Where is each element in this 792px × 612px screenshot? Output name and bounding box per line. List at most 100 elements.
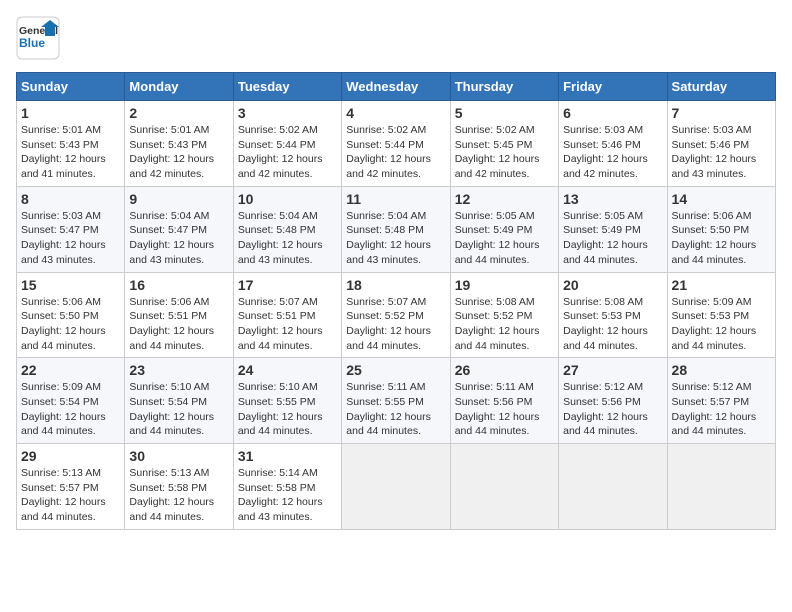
calendar-cell: 13 Sunrise: 5:05 AM Sunset: 5:49 PM Dayli… (559, 186, 667, 272)
header-day: Sunday (17, 73, 125, 101)
calendar-cell: 21 Sunrise: 5:09 AM Sunset: 5:53 PM Dayli… (667, 272, 775, 358)
day-info: Sunrise: 5:10 AM Sunset: 5:54 PM Dayligh… (129, 380, 228, 439)
day-info: Sunrise: 5:02 AM Sunset: 5:45 PM Dayligh… (455, 123, 554, 182)
calendar-cell: 2Sunrise: 5:01 AM Sunset: 5:43 PM Daylig… (125, 101, 233, 187)
calendar-cell: 20 Sunrise: 5:08 AM Sunset: 5:53 PM Dayli… (559, 272, 667, 358)
day-number: 19 (455, 277, 554, 293)
day-number: 6 (563, 105, 662, 121)
calendar-cell: 28 Sunrise: 5:12 AM Sunset: 5:57 PM Dayli… (667, 358, 775, 444)
day-number: 5 (455, 105, 554, 121)
day-info: Sunrise: 5:04 AM Sunset: 5:48 PM Dayligh… (346, 209, 445, 268)
day-number: 13 (563, 191, 662, 207)
calendar-cell: 18 Sunrise: 5:07 AM Sunset: 5:52 PM Dayli… (342, 272, 450, 358)
day-info: Sunrise: 5:03 AM Sunset: 5:46 PM Dayligh… (563, 123, 662, 182)
calendar-table: SundayMondayTuesdayWednesdayThursdayFrid… (16, 72, 776, 530)
header-day: Saturday (667, 73, 775, 101)
calendar-cell: 30 Sunrise: 5:13 AM Sunset: 5:58 PM Dayli… (125, 444, 233, 530)
calendar-cell: 3 Sunrise: 5:02 AM Sunset: 5:44 PM Daylig… (233, 101, 341, 187)
day-number: 20 (563, 277, 662, 293)
day-number: 9 (129, 191, 228, 207)
day-number: 30 (129, 448, 228, 464)
day-number: 14 (672, 191, 771, 207)
day-number: 25 (346, 362, 445, 378)
calendar-week-row: 8 Sunrise: 5:03 AM Sunset: 5:47 PM Daylig… (17, 186, 776, 272)
day-info: Sunrise: 5:07 AM Sunset: 5:51 PM Dayligh… (238, 295, 337, 354)
calendar-week-row: 29Sunrise: 5:13 AM Sunset: 5:57 PM Dayli… (17, 444, 776, 530)
day-info: Sunrise: 5:02 AM Sunset: 5:44 PM Dayligh… (238, 123, 337, 182)
day-info: Sunrise: 5:11 AM Sunset: 5:56 PM Dayligh… (455, 380, 554, 439)
calendar-cell: 6 Sunrise: 5:03 AM Sunset: 5:46 PM Daylig… (559, 101, 667, 187)
day-info: Sunrise: 5:08 AM Sunset: 5:53 PM Dayligh… (563, 295, 662, 354)
svg-text:Blue: Blue (19, 36, 45, 50)
calendar-cell: 19Sunrise: 5:08 AM Sunset: 5:52 PM Dayli… (450, 272, 558, 358)
day-info: Sunrise: 5:06 AM Sunset: 5:51 PM Dayligh… (129, 295, 228, 354)
calendar-cell: 16 Sunrise: 5:06 AM Sunset: 5:51 PM Dayli… (125, 272, 233, 358)
calendar-week-row: 1 Sunrise: 5:01 AM Sunset: 5:43 PM Daylig… (17, 101, 776, 187)
header-day: Friday (559, 73, 667, 101)
calendar-cell: 4 Sunrise: 5:02 AM Sunset: 5:44 PM Daylig… (342, 101, 450, 187)
day-number: 17 (238, 277, 337, 293)
day-number: 11 (346, 191, 445, 207)
calendar-cell: 24 Sunrise: 5:10 AM Sunset: 5:55 PM Dayli… (233, 358, 341, 444)
day-number: 3 (238, 105, 337, 121)
header-day: Tuesday (233, 73, 341, 101)
day-info: Sunrise: 5:01 AM Sunset: 5:43 PM Dayligh… (129, 123, 228, 182)
day-info: Sunrise: 5:03 AM Sunset: 5:47 PM Dayligh… (21, 209, 120, 268)
day-info: Sunrise: 5:09 AM Sunset: 5:53 PM Dayligh… (672, 295, 771, 354)
day-info: Sunrise: 5:12 AM Sunset: 5:56 PM Dayligh… (563, 380, 662, 439)
day-number: 4 (346, 105, 445, 121)
calendar-cell (450, 444, 558, 530)
day-number: 21 (672, 277, 771, 293)
day-number: 16 (129, 277, 228, 293)
calendar-cell: 27 Sunrise: 5:12 AM Sunset: 5:56 PM Dayli… (559, 358, 667, 444)
day-info: Sunrise: 5:05 AM Sunset: 5:49 PM Dayligh… (455, 209, 554, 268)
calendar-cell: 8 Sunrise: 5:03 AM Sunset: 5:47 PM Daylig… (17, 186, 125, 272)
header-row: SundayMondayTuesdayWednesdayThursdayFrid… (17, 73, 776, 101)
logo-svg: General Blue (16, 16, 60, 60)
calendar-cell: 31Sunrise: 5:14 AM Sunset: 5:58 PM Dayli… (233, 444, 341, 530)
calendar-cell: 10 Sunrise: 5:04 AM Sunset: 5:48 PM Dayli… (233, 186, 341, 272)
day-info: Sunrise: 5:10 AM Sunset: 5:55 PM Dayligh… (238, 380, 337, 439)
day-info: Sunrise: 5:04 AM Sunset: 5:48 PM Dayligh… (238, 209, 337, 268)
day-info: Sunrise: 5:13 AM Sunset: 5:58 PM Dayligh… (129, 466, 228, 525)
calendar-week-row: 22 Sunrise: 5:09 AM Sunset: 5:54 PM Dayli… (17, 358, 776, 444)
calendar-cell (342, 444, 450, 530)
calendar-cell: 11 Sunrise: 5:04 AM Sunset: 5:48 PM Dayli… (342, 186, 450, 272)
day-number: 26 (455, 362, 554, 378)
day-number: 10 (238, 191, 337, 207)
day-info: Sunrise: 5:05 AM Sunset: 5:49 PM Dayligh… (563, 209, 662, 268)
day-info: Sunrise: 5:07 AM Sunset: 5:52 PM Dayligh… (346, 295, 445, 354)
day-number: 1 (21, 105, 120, 121)
day-info: Sunrise: 5:13 AM Sunset: 5:57 PM Dayligh… (21, 466, 120, 525)
day-number: 18 (346, 277, 445, 293)
day-number: 12 (455, 191, 554, 207)
day-info: Sunrise: 5:09 AM Sunset: 5:54 PM Dayligh… (21, 380, 120, 439)
logo: General Blue (16, 16, 60, 60)
day-info: Sunrise: 5:06 AM Sunset: 5:50 PM Dayligh… (21, 295, 120, 354)
calendar-cell: 22 Sunrise: 5:09 AM Sunset: 5:54 PM Dayli… (17, 358, 125, 444)
day-number: 24 (238, 362, 337, 378)
calendar-cell (559, 444, 667, 530)
day-info: Sunrise: 5:12 AM Sunset: 5:57 PM Dayligh… (672, 380, 771, 439)
day-number: 8 (21, 191, 120, 207)
calendar-cell: 23 Sunrise: 5:10 AM Sunset: 5:54 PM Dayli… (125, 358, 233, 444)
calendar-cell: 5 Sunrise: 5:02 AM Sunset: 5:45 PM Daylig… (450, 101, 558, 187)
day-number: 15 (21, 277, 120, 293)
day-number: 23 (129, 362, 228, 378)
day-number: 22 (21, 362, 120, 378)
calendar-cell: 7Sunrise: 5:03 AM Sunset: 5:46 PM Daylig… (667, 101, 775, 187)
calendar-cell: 25Sunrise: 5:11 AM Sunset: 5:55 PM Dayli… (342, 358, 450, 444)
day-number: 27 (563, 362, 662, 378)
day-info: Sunrise: 5:06 AM Sunset: 5:50 PM Dayligh… (672, 209, 771, 268)
page-header: General Blue (16, 16, 776, 60)
calendar-cell: 29Sunrise: 5:13 AM Sunset: 5:57 PM Dayli… (17, 444, 125, 530)
day-number: 28 (672, 362, 771, 378)
header-day: Thursday (450, 73, 558, 101)
day-info: Sunrise: 5:02 AM Sunset: 5:44 PM Dayligh… (346, 123, 445, 182)
day-info: Sunrise: 5:04 AM Sunset: 5:47 PM Dayligh… (129, 209, 228, 268)
calendar-week-row: 15 Sunrise: 5:06 AM Sunset: 5:50 PM Dayli… (17, 272, 776, 358)
calendar-cell: 14 Sunrise: 5:06 AM Sunset: 5:50 PM Dayli… (667, 186, 775, 272)
calendar-cell (667, 444, 775, 530)
day-number: 31 (238, 448, 337, 464)
calendar-cell: 12 Sunrise: 5:05 AM Sunset: 5:49 PM Dayli… (450, 186, 558, 272)
